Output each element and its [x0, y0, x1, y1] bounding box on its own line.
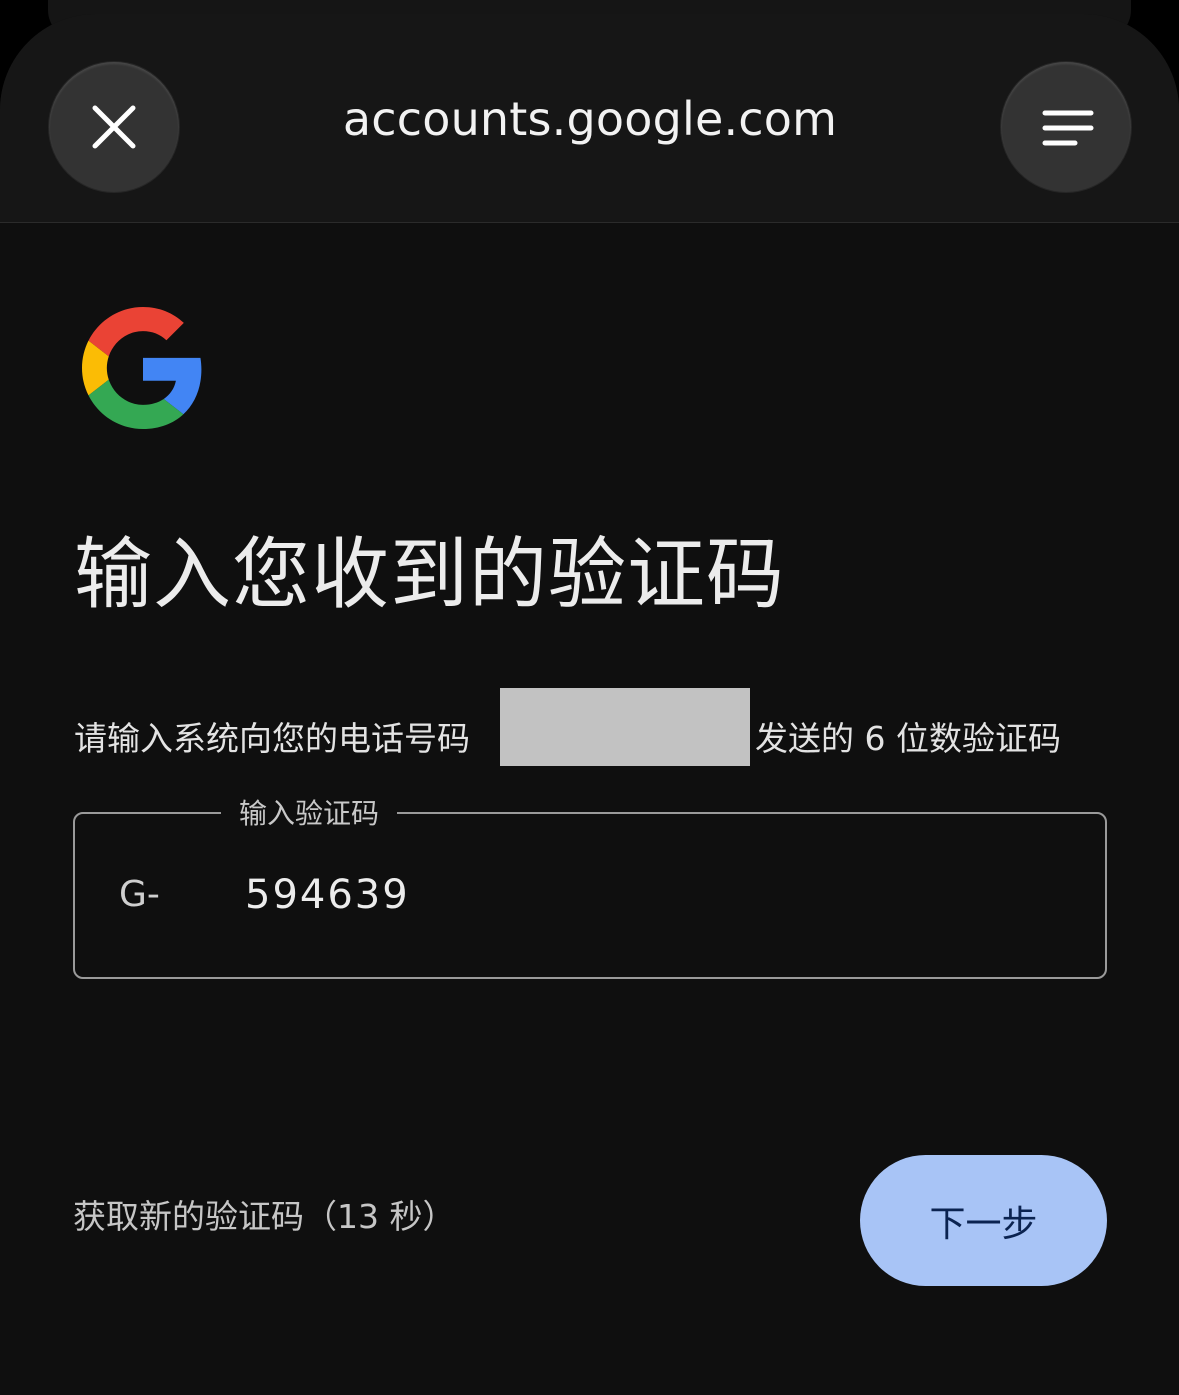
code-field-label: 输入验证码: [221, 792, 398, 832]
description-text-end: 发送的 6 位数验证码: [755, 719, 1061, 758]
browser-toolbar: accounts.google.com: [0, 14, 1179, 223]
google-logo: [82, 307, 202, 429]
verification-code-field[interactable]: 输入验证码 G-: [73, 792, 1107, 979]
menu-button[interactable]: [1001, 62, 1131, 192]
next-button-label: 下一步: [929, 1203, 1038, 1245]
page-content: 输入您收到的验证码 请输入系统向您的电话号码 发送的 6 位数验证码 输入验证码…: [0, 222, 1179, 1395]
address-bar-url[interactable]: accounts.google.com: [250, 92, 930, 146]
next-button[interactable]: 下一步: [860, 1155, 1107, 1286]
close-button[interactable]: [49, 62, 179, 192]
resend-code-link[interactable]: 获取新的验证码（13 秒）: [73, 1190, 455, 1238]
code-prefix: G-: [119, 874, 160, 915]
description-text: 请输入系统向您的电话号码: [74, 719, 470, 758]
close-icon: [92, 105, 136, 149]
page-title: 输入您收到的验证码: [74, 530, 786, 620]
menu-icon: [1042, 110, 1094, 146]
redacted-phone-number: [500, 688, 750, 766]
code-input[interactable]: [245, 872, 945, 918]
browser-sheet: accounts.google.com 输入您收到的验证码 请输入系统向您的电话…: [0, 14, 1179, 1395]
